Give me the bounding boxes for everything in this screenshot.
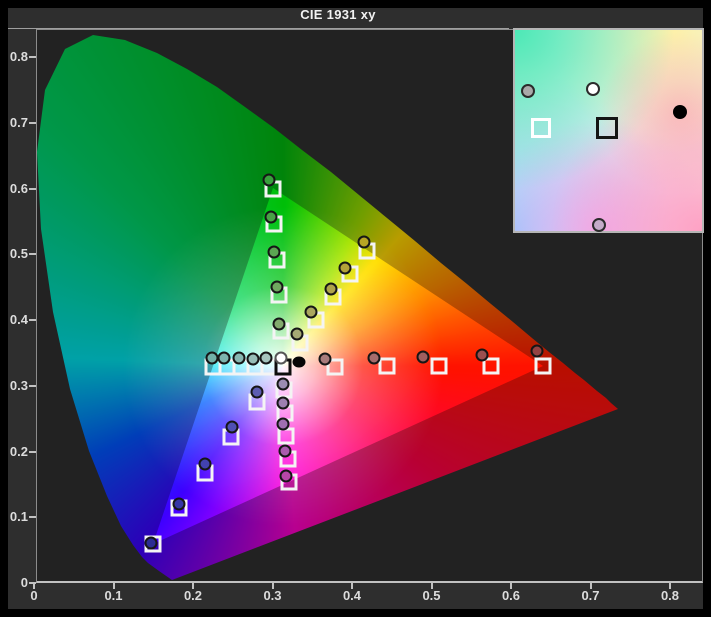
measured-point-green-100 <box>262 173 276 187</box>
measured-point-cyan-100 <box>205 351 219 365</box>
measured-point-red-40 <box>367 351 381 365</box>
measured-point-green-20 <box>272 317 286 331</box>
white-reference-dot <box>292 356 306 368</box>
inset-measured-white-circle <box>585 82 600 97</box>
measured-point-white <box>274 351 288 365</box>
measured-point-yellow-20 <box>290 327 304 341</box>
cie-1931-xy-chart-window: CIE 1931 xy 0 0.1 0.2 0.3 0.4 0.5 0.6 0.7 0.8 0 0.… <box>0 0 711 617</box>
measured-point-blue-60 <box>198 457 212 471</box>
inset-white-target-square <box>531 118 552 139</box>
measured-point-yellow-60 <box>324 282 338 296</box>
measured-point-yellow-100 <box>357 235 371 249</box>
inset-white-reference-dot <box>673 105 688 120</box>
measured-point-magenta-40 <box>276 396 290 410</box>
target-square-red-60 <box>430 357 448 375</box>
measured-point-red-80 <box>475 348 489 362</box>
measured-point-cyan-40 <box>246 352 260 366</box>
measured-point-cyan-20 <box>259 351 273 365</box>
inset-white-point-target-square <box>595 117 618 140</box>
measured-point-green-40 <box>270 280 284 294</box>
measured-point-cyan-60 <box>232 351 246 365</box>
measured-point-green-60 <box>267 245 281 259</box>
measured-point-magenta-100 <box>279 469 293 483</box>
measured-point-cyan-80 <box>217 351 231 365</box>
measured-point-magenta-60 <box>276 417 290 431</box>
target-square-red-40 <box>378 357 396 375</box>
measured-point-magenta-20 <box>276 377 290 391</box>
target-square-red-100 <box>534 357 552 375</box>
measured-point-red-100 <box>530 344 544 358</box>
measured-point-yellow-80 <box>338 261 352 275</box>
measured-point-blue-80 <box>172 497 186 511</box>
inset-measured-circle <box>592 217 607 232</box>
measured-point-red-20 <box>318 352 332 366</box>
measured-point-blue-40 <box>225 420 239 434</box>
inset-measured-circle <box>521 84 536 99</box>
measured-point-blue-100 <box>144 536 158 550</box>
measured-point-magenta-80 <box>278 444 292 458</box>
white-point-zoom-inset <box>513 28 704 233</box>
measured-point-red-60 <box>416 350 430 364</box>
measured-point-green-80 <box>264 210 278 224</box>
measured-point-yellow-40 <box>304 305 318 319</box>
measured-point-blue-20 <box>250 385 264 399</box>
